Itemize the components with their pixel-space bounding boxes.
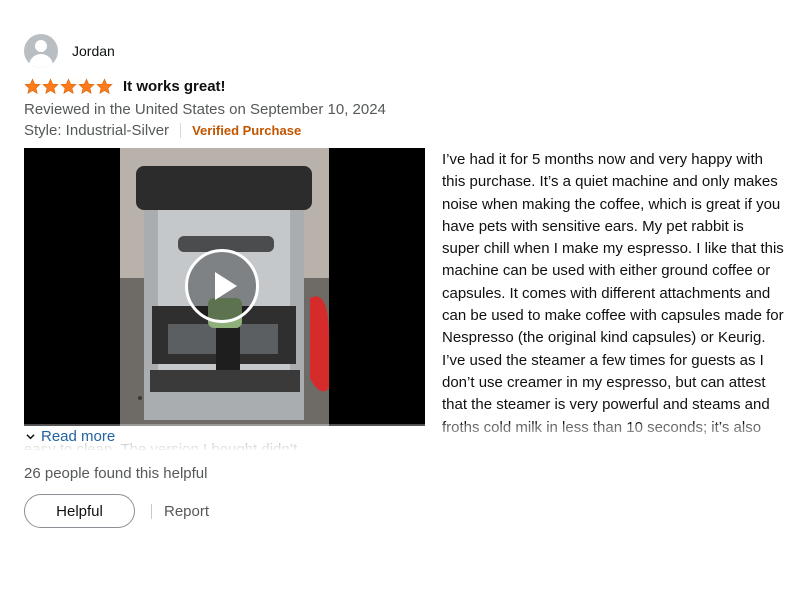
action-divider: [151, 503, 152, 519]
text-fade: [24, 424, 784, 450]
star-icon: [78, 77, 95, 94]
star-rating[interactable]: [24, 77, 113, 95]
helpful-button[interactable]: Helpful: [24, 494, 135, 528]
review-body: I’ve had it for 5 months now and very ha…: [24, 148, 784, 450]
reviewer-profile[interactable]: Jordan: [24, 34, 784, 68]
meta-divider: [180, 123, 182, 138]
avatar[interactable]: [24, 34, 58, 68]
star-icon: [24, 77, 41, 94]
play-button[interactable]: [185, 249, 259, 323]
avatar-shoulders: [29, 54, 53, 68]
helpful-count: 26 people found this helpful: [24, 465, 208, 482]
review-title[interactable]: It works great!: [123, 78, 226, 95]
review-actions: Helpful Report: [24, 494, 784, 528]
star-icon: [60, 77, 77, 94]
verified-purchase-badge: Verified Purchase: [192, 123, 302, 138]
reviewer-name[interactable]: Jordan: [72, 43, 115, 59]
chevron-down-icon: [26, 434, 35, 440]
star-icon: [42, 77, 59, 94]
customer-review: Jordan It works great! Reviewed in the U…: [24, 34, 784, 528]
play-icon: [215, 272, 237, 300]
avatar-head: [35, 40, 47, 52]
read-more-label: Read more: [41, 428, 116, 445]
review-date: Reviewed in the United States on Septemb…: [24, 101, 386, 118]
read-more-link[interactable]: Read more: [24, 428, 115, 445]
star-icon: [96, 77, 113, 94]
product-style[interactable]: Style: Industrial-Silver: [24, 122, 169, 139]
report-link[interactable]: Report: [164, 503, 209, 520]
review-meta: Style: Industrial-Silver Verified Purcha…: [24, 122, 784, 139]
review-heading: It works great!: [24, 75, 784, 97]
review-video[interactable]: [24, 148, 425, 426]
